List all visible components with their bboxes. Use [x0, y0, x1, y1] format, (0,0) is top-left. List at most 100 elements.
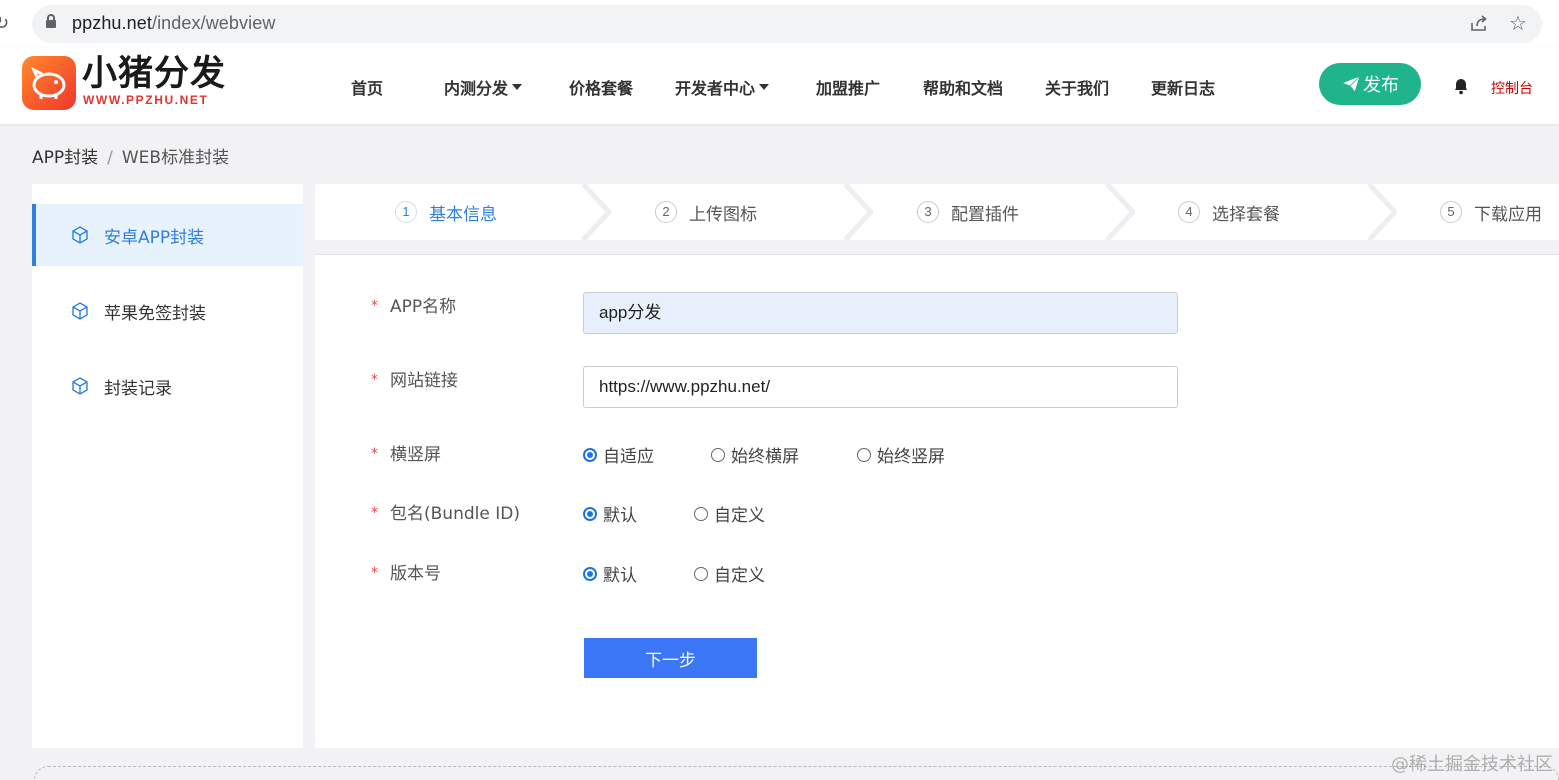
- breadcrumb-item-app-packaging[interactable]: APP封装: [32, 148, 98, 168]
- url-path: /index/webview: [151, 13, 276, 33]
- label-text: 版本号: [390, 564, 441, 584]
- url-host: ppzhu.net: [72, 13, 152, 33]
- address-bar[interactable]: ppzhu.net/index/webview ☆: [32, 5, 1542, 43]
- sidebar-item-packaging-records[interactable]: 封装记录: [32, 355, 303, 417]
- version-label: * 版本号: [371, 559, 441, 584]
- bookmark-star-icon[interactable]: ☆: [1509, 11, 1527, 35]
- nav-home-label: 首页: [351, 79, 384, 98]
- brand-subtitle: WWW.PPZHU.NET: [83, 93, 209, 107]
- nav-developer-center[interactable]: 开发者中心: [675, 75, 770, 99]
- label-text: APP名称: [390, 297, 457, 317]
- step-number: 1: [395, 201, 417, 223]
- nav-pricing[interactable]: 价格套餐: [569, 75, 633, 99]
- orientation-radio-landscape[interactable]: 始终横屏: [711, 442, 799, 467]
- cube-icon: [72, 302, 88, 320]
- url-text[interactable]: ppzhu.net/index/webview: [72, 13, 275, 34]
- label-text: 横竖屏: [390, 445, 441, 465]
- chevron-right-icon: [843, 184, 873, 240]
- step-number: 3: [917, 201, 939, 223]
- step-number: 2: [655, 201, 677, 223]
- step-basic-info[interactable]: 1 基本信息: [395, 184, 497, 240]
- radio-label: 始终横屏: [731, 447, 799, 467]
- lock-icon[interactable]: [46, 14, 56, 29]
- bundle-id-radio-default[interactable]: 默认: [583, 501, 637, 526]
- nav-home[interactable]: 首页: [351, 75, 383, 99]
- radio-dot: [857, 447, 871, 462]
- breadcrumb: APP封装 / WEB标准封装: [32, 143, 229, 168]
- orientation-label: * 横竖屏: [371, 440, 441, 465]
- app-name-label: * APP名称: [371, 292, 456, 317]
- nav-changelog-label: 更新日志: [1151, 79, 1216, 98]
- nav-help-label: 帮助和文档: [923, 79, 1004, 98]
- publish-label: 发布: [1363, 75, 1399, 96]
- step-upload-icon[interactable]: 2 上传图标: [655, 184, 757, 240]
- footer-divider: [34, 766, 1559, 780]
- sidebar-item-label: 封装记录: [104, 378, 172, 399]
- required-mark: *: [371, 446, 378, 462]
- sidebar-item-android-packaging[interactable]: 安卓APP封装: [32, 204, 303, 266]
- publish-button[interactable]: 发布: [1319, 63, 1421, 105]
- reload-icon[interactable]: ↻: [0, 13, 10, 35]
- radio-dot: [694, 566, 708, 581]
- bundle-id-radio-custom[interactable]: 自定义: [694, 501, 765, 526]
- chevron-right-icon: [1367, 184, 1397, 240]
- nav-about-label: 关于我们: [1045, 79, 1110, 98]
- cube-icon: [72, 377, 88, 395]
- step-configure-plugins[interactable]: 3 配置插件: [917, 184, 1019, 240]
- site-url-label: * 网站链接: [371, 366, 458, 391]
- radio-dot: [583, 566, 597, 581]
- radio-label: 默认: [603, 506, 637, 526]
- nav-beta-label: 内测分发: [444, 79, 509, 98]
- sidebar-item-label: 苹果免签封装: [104, 303, 206, 324]
- step-download-app[interactable]: 5 下载应用: [1440, 184, 1542, 240]
- required-mark: *: [371, 505, 378, 521]
- radio-label: 自定义: [714, 506, 765, 526]
- sidebar-item-ios-packaging[interactable]: 苹果免签封装: [32, 280, 303, 342]
- site-url-input[interactable]: https://www.ppzhu.net/: [583, 366, 1178, 408]
- bell-icon[interactable]: [1452, 77, 1470, 95]
- nav-pricing-label: 价格套餐: [569, 79, 634, 98]
- breadcrumb-separator: /: [107, 148, 113, 168]
- nav-developer-label: 开发者中心: [675, 79, 756, 98]
- orientation-radio-adaptive[interactable]: 自适应: [583, 442, 654, 467]
- sidebar-item-label: 安卓APP封装: [104, 227, 205, 248]
- version-radio-custom[interactable]: 自定义: [694, 561, 765, 586]
- radio-label: 自定义: [714, 566, 765, 586]
- radio-label: 自适应: [603, 447, 654, 467]
- required-mark: *: [371, 372, 378, 388]
- next-step-button[interactable]: 下一步: [584, 638, 757, 678]
- step-label: 配置插件: [951, 204, 1019, 225]
- radio-dot: [711, 447, 725, 462]
- label-text: 包名(Bundle ID): [390, 504, 520, 524]
- browser-toolbar: ↻ ppzhu.net/index/webview ☆: [0, 0, 1559, 48]
- label-text: 网站链接: [390, 371, 458, 391]
- console-link[interactable]: 控制台: [1491, 78, 1533, 98]
- nav-help-docs[interactable]: 帮助和文档: [923, 75, 1003, 99]
- share-icon[interactable]: [1469, 14, 1489, 34]
- step-choose-plan[interactable]: 4 选择套餐: [1178, 184, 1280, 240]
- pig-logo-icon[interactable]: [22, 56, 76, 110]
- chevron-right-icon: [1105, 184, 1135, 240]
- site-header: 小猪分发 WWW.PPZHU.NET 首页 内测分发 价格套餐 开发者中心 加盟…: [0, 48, 1559, 124]
- step-number: 5: [1440, 201, 1462, 223]
- required-mark: *: [371, 298, 378, 314]
- cube-icon: [72, 226, 88, 244]
- paper-plane-icon: [1341, 75, 1361, 93]
- nav-franchise-label: 加盟推广: [816, 79, 881, 98]
- app-name-input[interactable]: app分发: [583, 292, 1178, 334]
- step-label: 下载应用: [1474, 204, 1542, 225]
- watermark: @稀土掘金技术社区: [1391, 754, 1553, 775]
- brand-title[interactable]: 小猪分发: [82, 54, 226, 94]
- step-progress-bar: 1 基本信息 2 上传图标 3 配置插件 4 选择套餐 5 下载应用: [315, 184, 1559, 240]
- orientation-radio-portrait[interactable]: 始终竖屏: [857, 442, 945, 467]
- caret-down-icon: [512, 84, 523, 90]
- version-radio-default[interactable]: 默认: [583, 561, 637, 586]
- step-number: 4: [1178, 201, 1200, 223]
- nav-beta-distribution[interactable]: 内测分发: [444, 75, 523, 99]
- bundle-id-label: * 包名(Bundle ID): [371, 499, 520, 524]
- nav-franchise[interactable]: 加盟推广: [816, 75, 880, 99]
- sidebar: 安卓APP封装 苹果免签封装 封装记录: [32, 184, 303, 748]
- step-label: 选择套餐: [1212, 204, 1280, 225]
- nav-changelog[interactable]: 更新日志: [1151, 75, 1215, 99]
- nav-about[interactable]: 关于我们: [1045, 75, 1109, 99]
